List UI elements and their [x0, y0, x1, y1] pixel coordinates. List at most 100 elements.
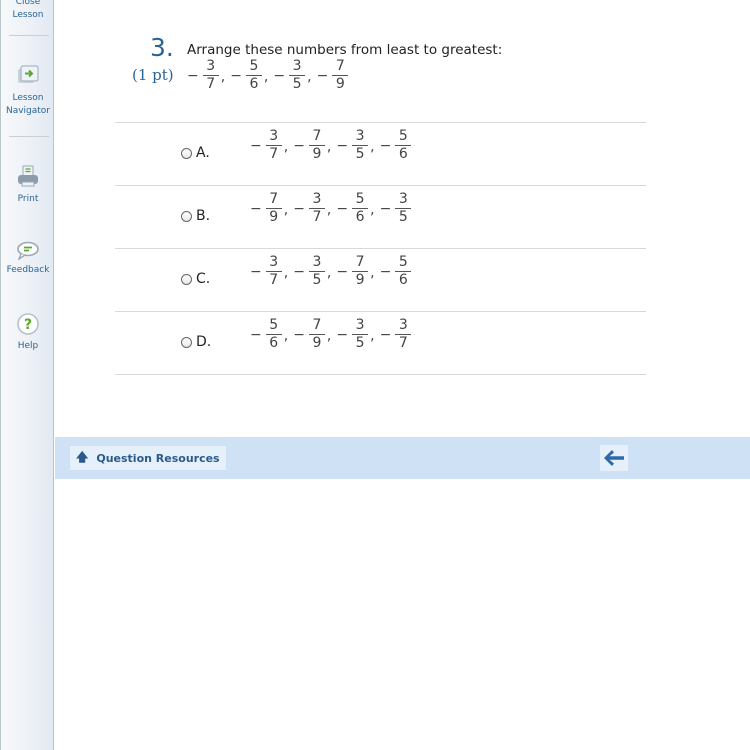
- numerator: 3: [355, 317, 365, 333]
- help-label: Help: [17, 341, 39, 351]
- denominator: 9: [269, 209, 279, 225]
- option-c-radio[interactable]: [181, 273, 192, 285]
- numerator: 3: [269, 128, 279, 144]
- fraction: 56: [395, 128, 412, 163]
- sidebar-divider: [9, 35, 49, 36]
- option-d[interactable]: D.: [181, 334, 211, 350]
- denominator: 6: [249, 76, 259, 92]
- option-a[interactable]: A.: [181, 145, 210, 161]
- option-b-label: B.: [196, 208, 211, 224]
- comma: ,: [307, 69, 312, 85]
- minus-sign: −: [187, 67, 199, 84]
- minus-sign: −: [379, 200, 392, 217]
- numerator: 7: [355, 254, 365, 270]
- numerator: 5: [355, 191, 365, 207]
- denominator: 5: [312, 272, 322, 288]
- option-c[interactable]: C.: [181, 271, 210, 287]
- feedback-label: Feedback: [6, 265, 50, 275]
- minus-sign: −: [379, 326, 392, 343]
- close-lesson-label-2: Lesson: [12, 10, 44, 20]
- option-b[interactable]: B.: [181, 208, 210, 224]
- minus-sign: −: [316, 67, 329, 84]
- comma: ,: [370, 202, 375, 218]
- question-number-list: −3 7, −5 6, −3 5, −7 9: [187, 58, 349, 93]
- denominator: 5: [355, 335, 365, 351]
- numerator: 3: [355, 128, 365, 144]
- numerator: 3: [269, 254, 279, 270]
- sidebar: Close Lesson Lesson Navigator Print Feed…: [0, 0, 54, 750]
- denominator: 7: [269, 146, 279, 162]
- lesson-navigator-icon: [18, 65, 39, 83]
- lesson-navigator-label-2: Navigator: [5, 106, 51, 116]
- arrow-left-icon: [604, 450, 624, 466]
- denominator: 7: [206, 76, 216, 92]
- divider: [115, 122, 646, 123]
- minus-sign: −: [293, 263, 305, 280]
- comma: ,: [283, 139, 289, 155]
- numerator: 3: [398, 191, 408, 207]
- numerator: 7: [312, 128, 322, 144]
- print-label: Print: [17, 194, 39, 204]
- close-lesson-button[interactable]: Close Lesson: [1, 0, 55, 22]
- question-text: Arrange these numbers from least to grea…: [187, 42, 503, 58]
- comma: ,: [370, 328, 375, 344]
- denominator: 7: [398, 335, 408, 351]
- option-d-radio[interactable]: [181, 336, 192, 348]
- fraction: 79: [352, 254, 369, 289]
- option-c-answer: −3 7, −3 5, −7 9, −5 6: [250, 254, 412, 289]
- minus-sign: −: [293, 200, 305, 217]
- fraction: 79: [332, 58, 349, 93]
- numerator: 3: [292, 58, 302, 74]
- sidebar-divider: [9, 136, 49, 137]
- fraction: 79: [308, 128, 325, 163]
- divider: [115, 248, 646, 249]
- denominator: 9: [335, 76, 345, 92]
- denominator: 6: [398, 272, 408, 288]
- minus-sign: −: [250, 137, 262, 154]
- fraction: 35: [308, 254, 325, 289]
- denominator: 9: [355, 272, 365, 288]
- denominator: 5: [398, 209, 408, 225]
- fraction: 35: [289, 58, 306, 93]
- question-points: (1 pt): [132, 66, 174, 84]
- divider: [115, 185, 646, 186]
- help-button[interactable]: ? Help: [1, 312, 55, 353]
- minus-sign: −: [230, 67, 242, 84]
- divider: [115, 374, 646, 375]
- minus-sign: −: [273, 67, 286, 84]
- denominator: 6: [269, 335, 279, 351]
- lesson-navigator-button[interactable]: Lesson Navigator: [1, 64, 55, 118]
- numerator: 7: [335, 58, 345, 74]
- fraction: 37: [265, 128, 282, 163]
- numerator: 5: [269, 317, 279, 333]
- lesson-navigator-label-1: Lesson: [12, 93, 44, 103]
- option-b-radio[interactable]: [181, 210, 192, 222]
- fraction: 35: [395, 191, 412, 226]
- option-d-label: D.: [196, 334, 212, 350]
- comma: ,: [370, 139, 375, 155]
- fraction: 37: [202, 58, 219, 93]
- minus-sign: −: [250, 200, 262, 217]
- fraction: 35: [352, 317, 369, 352]
- back-button[interactable]: [600, 445, 628, 471]
- question-resources-button[interactable]: 🡅 Question Resources: [70, 446, 226, 470]
- numerator: 5: [249, 58, 259, 74]
- comma: ,: [326, 328, 332, 344]
- divider: [115, 311, 646, 312]
- numerator: 7: [269, 191, 279, 207]
- fraction: 37: [308, 191, 325, 226]
- option-b-answer: −7 9, −3 7, −5 6, −3 5: [250, 191, 412, 226]
- feedback-button[interactable]: Feedback: [1, 240, 55, 277]
- fraction: 56: [265, 317, 282, 352]
- denominator: 9: [312, 335, 322, 351]
- minus-sign: −: [293, 326, 305, 343]
- option-a-radio[interactable]: [181, 147, 192, 159]
- denominator: 9: [312, 146, 322, 162]
- numerator: 5: [398, 128, 408, 144]
- numerator: 3: [312, 191, 322, 207]
- denominator: 5: [292, 76, 302, 92]
- comma: ,: [220, 69, 226, 85]
- fraction: 79: [308, 317, 325, 352]
- fraction: 79: [265, 191, 282, 226]
- print-button[interactable]: Print: [1, 165, 55, 206]
